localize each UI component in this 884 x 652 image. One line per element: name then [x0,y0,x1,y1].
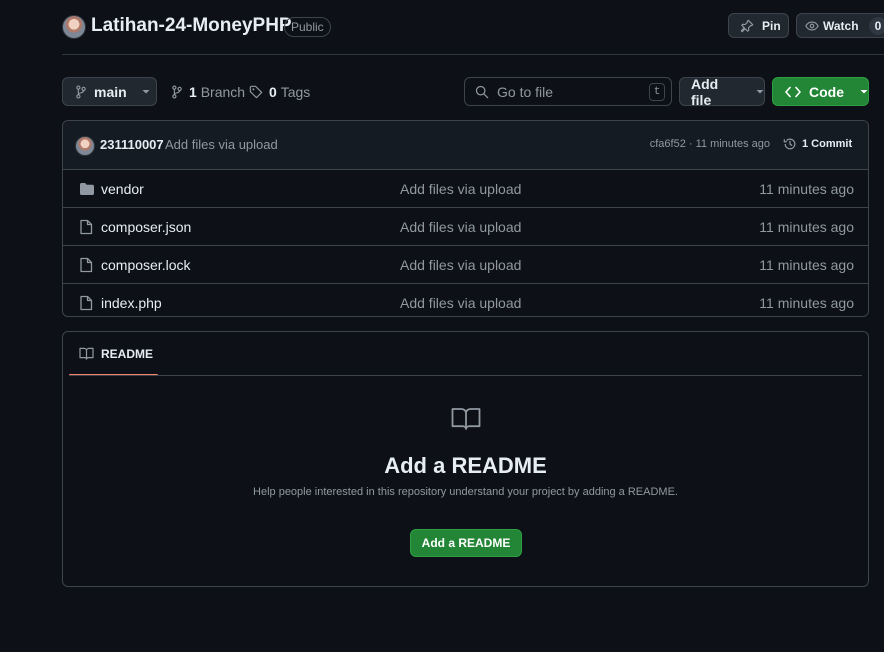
file-date: 11 minutes ago [759,294,854,311]
file-name[interactable]: vendor [101,181,144,197]
file-name[interactable]: composer.json [101,219,191,235]
file-date: 11 minutes ago [759,256,854,273]
tag-count: 0 [269,84,277,100]
go-to-file-shortcut: t [649,83,665,101]
go-to-file-placeholder: Go to file [497,83,554,100]
file-name[interactable]: composer.lock [101,257,190,273]
add-file-label: Add file [691,75,719,108]
file-icon [79,219,93,235]
code-icon [785,86,801,98]
file-name[interactable]: index.php [101,295,162,311]
file-commit-message[interactable]: Add files via upload [400,219,521,235]
folder-icon [79,182,95,196]
file-icon [79,295,93,311]
commit-count: 1 Commit [802,138,853,150]
commits-history-link[interactable]: 1 Commit [783,137,852,151]
header-divider [62,54,884,55]
current-branch: main [94,83,127,100]
file-date: 11 minutes ago [759,218,854,235]
branch-icon [171,85,183,99]
go-to-file-input[interactable]: Go to file t [464,77,672,106]
chevron-down-icon [142,89,150,95]
tag-label: Tags [280,84,311,100]
commit-author-avatar[interactable] [75,136,95,156]
readme-empty-heading: Add a README [384,453,547,478]
readme-tab[interactable]: README [69,332,158,375]
readme-panel: README Add a README Help people interest… [62,331,869,587]
chevron-down-icon [860,89,868,95]
chevron-down-icon [756,89,764,95]
commit-author[interactable]: 231110007 [100,137,164,152]
branch-select-button[interactable]: main [62,77,157,106]
visibility-badge: Public [284,17,331,37]
owner-avatar[interactable] [62,15,86,39]
pin-button[interactable]: Pin [728,13,789,38]
add-file-button[interactable]: Add file [679,75,765,108]
file-commit-message[interactable]: Add files via upload [400,181,521,197]
tags-link[interactable]: 0 Tags [249,84,310,100]
repo-title[interactable]: Latihan-24-MoneyPHP [91,15,292,37]
readme-empty-description: Help people interested in this repositor… [253,486,678,498]
latest-commit-bar: 231110007 Add files via upload cfa6f52 ·… [63,121,868,170]
branch-label: Branch [200,84,246,100]
watch-count: 0 [868,16,884,35]
file-icon [79,257,93,273]
watch-label: Watch [823,18,859,33]
commit-message[interactable]: Add files via upload [165,137,278,152]
file-table: 231110007 Add files via upload cfa6f52 ·… [62,120,869,317]
file-row[interactable]: composer.json Add files via upload 11 mi… [63,208,868,246]
file-row[interactable]: index.php Add files via upload 11 minute… [63,284,868,316]
branch-icon [75,84,87,99]
history-icon [783,137,797,151]
eye-icon [805,19,819,33]
tag-icon [249,85,263,99]
commit-meta[interactable]: cfa6f52 · 11 minutes ago [650,138,770,150]
file-row[interactable]: vendor Add files via upload 11 minutes a… [63,170,868,208]
file-commit-message[interactable]: Add files via upload [400,257,521,273]
watch-button[interactable]: Watch 0 [796,13,884,38]
pin-label: Pin [762,18,781,33]
pin-icon [740,19,754,33]
search-icon [475,85,489,99]
branches-link[interactable]: 1 Branch [171,84,245,100]
readme-divider [69,375,862,376]
file-row[interactable]: composer.lock Add files via upload 11 mi… [63,246,868,284]
code-button[interactable]: Code [772,77,869,106]
file-date: 11 minutes ago [759,180,854,197]
readme-tab-label: README [101,346,154,361]
book-icon [451,407,481,431]
add-readme-button[interactable]: Add a README [410,529,522,557]
code-label: Code [809,83,844,100]
file-commit-message[interactable]: Add files via upload [400,295,521,311]
branch-count: 1 [189,84,197,100]
book-icon [79,347,94,360]
